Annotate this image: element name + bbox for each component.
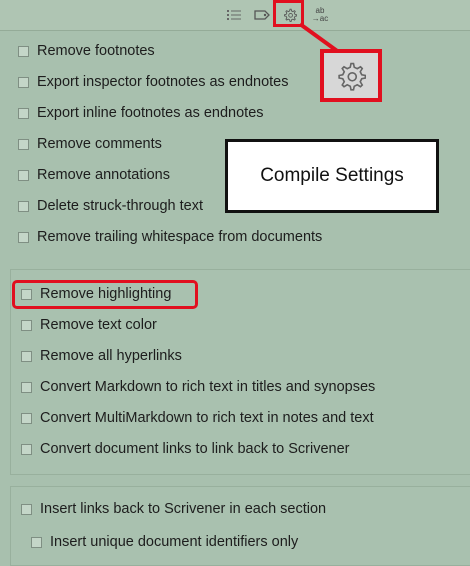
option-remove-trailing-whitespace[interactable]: Remove trailing whitespace from document… [18, 226, 322, 248]
option-insert-unique-identifiers[interactable]: Insert unique document identifiers only [31, 531, 298, 553]
checkbox[interactable] [21, 350, 32, 362]
option-convert-multimarkdown[interactable]: Convert MultiMarkdown to rich text in no… [21, 407, 374, 429]
highlight-annotation-box [12, 280, 198, 309]
option-label: Remove text color [40, 317, 157, 333]
checkbox[interactable] [21, 319, 32, 331]
option-label: Insert links back to Scrivener in each s… [40, 501, 327, 517]
checkbox[interactable] [31, 536, 42, 548]
checkbox[interactable] [18, 76, 29, 88]
checkbox[interactable] [18, 200, 29, 212]
option-export-inspector-footnotes[interactable]: Export inspector footnotes as endnotes [18, 71, 289, 93]
option-remove-footnotes[interactable]: Remove footnotes [18, 40, 155, 62]
option-label: Remove annotations [37, 167, 170, 183]
option-insert-links-back[interactable]: Insert links back to Scrivener in each s… [21, 498, 326, 520]
checkbox[interactable] [18, 169, 29, 181]
option-label: Remove all hyperlinks [40, 348, 182, 364]
checkbox[interactable] [18, 231, 29, 243]
option-convert-document-links[interactable]: Convert document links to link back to S… [21, 438, 349, 460]
option-label: Convert Markdown to rich text in titles … [40, 379, 376, 395]
checkbox[interactable] [18, 45, 29, 57]
option-export-inline-footnotes[interactable]: Export inline footnotes as endnotes [18, 102, 264, 124]
option-label: Insert unique document identifiers only [50, 534, 299, 550]
option-label: Remove comments [37, 136, 162, 152]
option-label: Remove footnotes [37, 43, 155, 59]
option-remove-comments[interactable]: Remove comments [18, 133, 162, 155]
option-label: Remove trailing whitespace from document… [37, 229, 323, 245]
checkbox[interactable] [21, 412, 32, 424]
checkbox[interactable] [18, 107, 29, 119]
option-label: Convert MultiMarkdown to rich text in no… [40, 410, 374, 426]
option-remove-annotations[interactable]: Remove annotations [18, 164, 170, 186]
option-label: Export inline footnotes as endnotes [37, 105, 264, 121]
option-label: Delete struck-through text [37, 198, 204, 214]
checkbox[interactable] [21, 443, 32, 455]
option-label: Export inspector footnotes as endnotes [37, 74, 289, 90]
checkbox[interactable] [21, 381, 32, 393]
option-remove-hyperlinks[interactable]: Remove all hyperlinks [21, 345, 182, 367]
checkbox[interactable] [18, 138, 29, 150]
option-convert-markdown[interactable]: Convert Markdown to rich text in titles … [21, 376, 375, 398]
checkbox[interactable] [21, 503, 32, 515]
option-delete-struck-through[interactable]: Delete struck-through text [18, 195, 203, 217]
option-label: Convert document links to link back to S… [40, 441, 350, 457]
option-remove-text-color[interactable]: Remove text color [21, 314, 157, 336]
